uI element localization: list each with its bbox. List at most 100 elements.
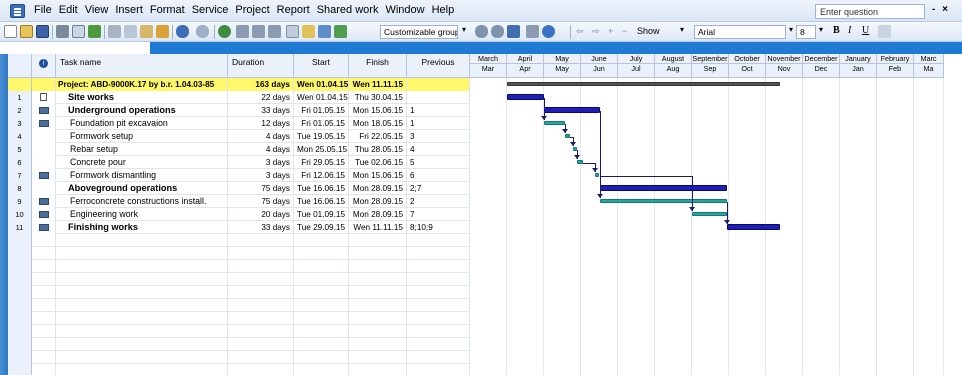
name-cell[interactable]: Formwork setup bbox=[56, 130, 228, 143]
row-number[interactable]: 7 bbox=[8, 169, 32, 182]
redo-icon[interactable] bbox=[196, 25, 209, 38]
chevron-down-icon[interactable]: ▾ bbox=[819, 25, 823, 34]
row-number[interactable]: 5 bbox=[8, 143, 32, 156]
paste-icon[interactable] bbox=[140, 25, 153, 38]
empty-cell[interactable] bbox=[56, 351, 228, 364]
filter-icon[interactable] bbox=[878, 25, 891, 38]
finish-cell[interactable]: Mon 28.09.15 bbox=[349, 208, 407, 221]
start-cell[interactable]: Tue 29.09.15 bbox=[294, 221, 349, 234]
empty-row[interactable] bbox=[8, 351, 470, 364]
hyperlink-icon[interactable] bbox=[218, 25, 231, 38]
finish-cell[interactable]: Mon 18.05.15 bbox=[349, 117, 407, 130]
empty-cell[interactable] bbox=[407, 234, 470, 247]
empty-cell[interactable] bbox=[349, 338, 407, 351]
row-number[interactable] bbox=[8, 364, 32, 375]
summary-name-cell[interactable]: Project: ABD-9000K.17 by b.r. 1.04.03-85 bbox=[56, 78, 228, 91]
link-tasks-icon[interactable] bbox=[236, 25, 249, 38]
chevron-down-icon[interactable]: ▾ bbox=[789, 25, 793, 34]
empty-cell[interactable] bbox=[349, 351, 407, 364]
empty-cell[interactable] bbox=[407, 351, 470, 364]
start-cell[interactable]: Wen 01.04.15 bbox=[294, 91, 349, 104]
start-cell[interactable]: Tue 19.05.15 bbox=[294, 130, 349, 143]
duration-cell[interactable]: 33 days bbox=[228, 104, 294, 117]
empty-cell[interactable] bbox=[294, 273, 349, 286]
table-row[interactable]: 11 Finishing works 33 days Tue 29.09.15 Wen … bbox=[8, 221, 470, 234]
start-cell[interactable]: Fri 12.06.15 bbox=[294, 169, 349, 182]
row-number[interactable] bbox=[8, 273, 32, 286]
table-row[interactable]: 4 Formwork setup 4 days Tue 19.05.15 Fri 22.… bbox=[8, 130, 470, 143]
duration-cell[interactable]: 22 days bbox=[228, 91, 294, 104]
empty-cell[interactable] bbox=[228, 247, 294, 260]
gantt-project-summary-bar[interactable] bbox=[507, 82, 780, 86]
row-number[interactable] bbox=[8, 325, 32, 338]
empty-cell[interactable] bbox=[32, 312, 56, 325]
menu-file[interactable]: File bbox=[34, 4, 57, 16]
menu-insert[interactable]: Insert bbox=[115, 4, 148, 16]
start-cell[interactable]: Fri 29.05.15 bbox=[294, 156, 349, 169]
previous-header[interactable]: Previous bbox=[407, 54, 470, 78]
empty-cell[interactable] bbox=[56, 273, 228, 286]
underline-button[interactable]: U bbox=[862, 25, 869, 36]
empty-cell[interactable] bbox=[228, 273, 294, 286]
empty-cell[interactable] bbox=[294, 364, 349, 375]
duration-cell[interactable]: 20 days bbox=[228, 208, 294, 221]
empty-cell[interactable] bbox=[32, 260, 56, 273]
empty-cell[interactable] bbox=[407, 325, 470, 338]
menu-shared-work[interactable]: Shared work bbox=[317, 4, 384, 16]
empty-cell[interactable] bbox=[56, 286, 228, 299]
empty-cell[interactable] bbox=[56, 338, 228, 351]
menu-service[interactable]: Service bbox=[192, 4, 234, 16]
empty-cell[interactable] bbox=[294, 260, 349, 273]
gantt-summary-bar[interactable] bbox=[599, 185, 727, 191]
row-number[interactable]: 10 bbox=[8, 208, 32, 221]
row-number[interactable] bbox=[8, 286, 32, 299]
menu-project[interactable]: Project bbox=[235, 4, 274, 16]
empty-cell[interactable] bbox=[228, 364, 294, 375]
calendar-icon[interactable] bbox=[38, 120, 49, 127]
empty-cell[interactable] bbox=[56, 312, 228, 325]
duration-cell[interactable]: 33 days bbox=[228, 221, 294, 234]
name-cell[interactable]: Rebar setup bbox=[56, 143, 228, 156]
gantt-summary-bar[interactable] bbox=[544, 107, 600, 113]
empty-cell[interactable] bbox=[32, 234, 56, 247]
row-number[interactable] bbox=[8, 351, 32, 364]
row-number[interactable]: 8 bbox=[8, 182, 32, 195]
empty-cell[interactable] bbox=[56, 247, 228, 260]
menu-help[interactable]: Help bbox=[432, 4, 460, 16]
empty-row[interactable] bbox=[8, 312, 470, 325]
empty-cell[interactable] bbox=[32, 247, 56, 260]
empty-cell[interactable] bbox=[294, 325, 349, 338]
duration-cell[interactable]: 12 days bbox=[228, 117, 294, 130]
row-number[interactable] bbox=[8, 338, 32, 351]
help-search-input[interactable]: Enter question bbox=[815, 4, 925, 19]
empty-cell[interactable] bbox=[228, 351, 294, 364]
empty-cell[interactable] bbox=[349, 325, 407, 338]
font-size-combo[interactable]: 8 bbox=[796, 25, 816, 39]
previous-cell[interactable]: 4 bbox=[407, 143, 470, 156]
bold-button[interactable]: B bbox=[833, 25, 840, 36]
indicators-header[interactable]: i bbox=[32, 54, 56, 78]
duration-cell[interactable]: 3 days bbox=[228, 169, 294, 182]
finish-cell[interactable]: Fri 22.05.15 bbox=[349, 130, 407, 143]
empty-cell[interactable] bbox=[228, 299, 294, 312]
empty-cell[interactable] bbox=[294, 299, 349, 312]
summary-duration-cell[interactable]: 163 days bbox=[228, 78, 294, 91]
empty-cell[interactable] bbox=[228, 338, 294, 351]
empty-cell[interactable] bbox=[56, 299, 228, 312]
notes-icon[interactable] bbox=[302, 25, 315, 38]
empty-cell[interactable] bbox=[228, 312, 294, 325]
calendar-icon[interactable] bbox=[38, 211, 49, 218]
table-row[interactable]: 6 Concrete pour 3 days Fri 29.05.15 Tue 02.0… bbox=[8, 156, 470, 169]
empty-cell[interactable] bbox=[32, 351, 56, 364]
split-task-icon[interactable] bbox=[268, 25, 281, 38]
row-number[interactable]: 2 bbox=[8, 104, 32, 117]
row-number[interactable]: 4 bbox=[8, 130, 32, 143]
new-icon[interactable] bbox=[4, 25, 17, 38]
assign-resources-icon[interactable] bbox=[318, 25, 331, 38]
font-combo[interactable]: Arial bbox=[694, 25, 786, 39]
note-icon[interactable] bbox=[40, 93, 47, 101]
empty-row[interactable] bbox=[8, 299, 470, 312]
previous-cell[interactable]: 3 bbox=[407, 130, 470, 143]
empty-cell[interactable] bbox=[32, 273, 56, 286]
empty-cell[interactable] bbox=[407, 312, 470, 325]
